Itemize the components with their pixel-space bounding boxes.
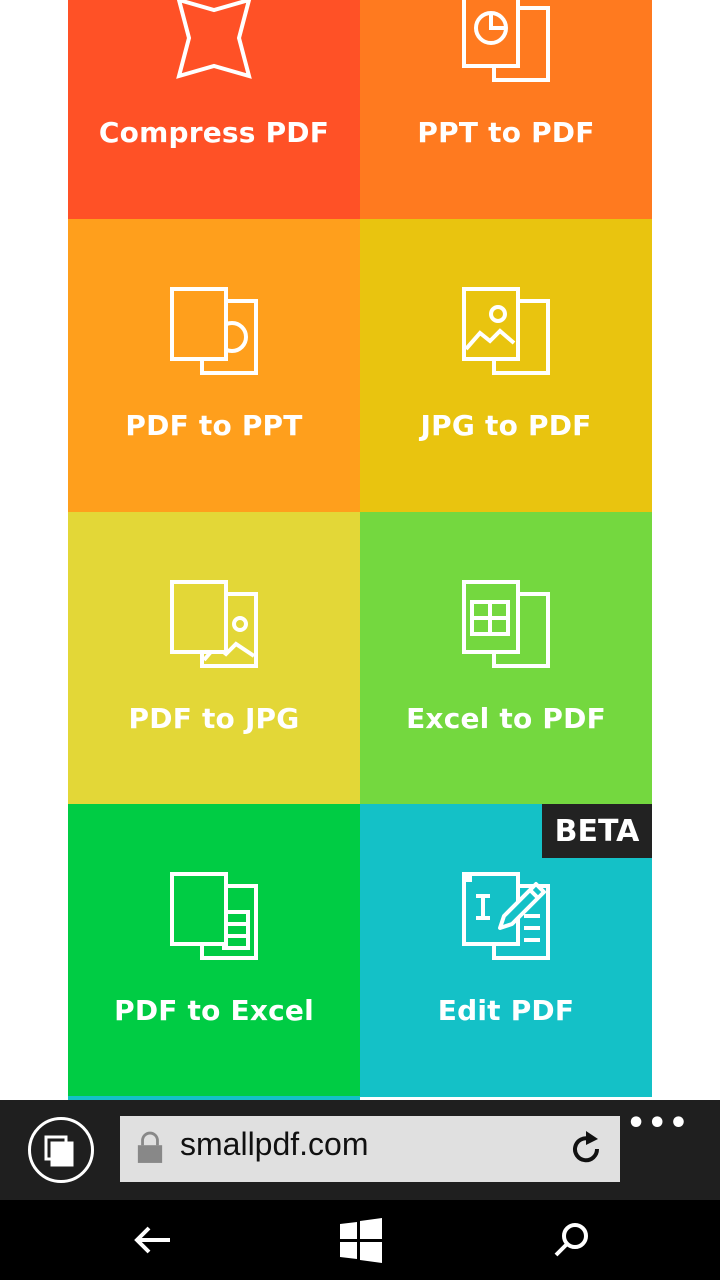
tile-pdf-to-excel[interactable]: PDF to Excel (68, 804, 360, 1097)
more-button[interactable]: ••• (626, 1106, 690, 1141)
tabs-button[interactable] (28, 1117, 94, 1183)
tile-label: PPT to PDF (417, 116, 595, 149)
tile-label: PDF to JPG (128, 702, 300, 735)
jpg-to-pdf-icon (462, 287, 550, 375)
ppt-to-pdf-icon (462, 0, 550, 82)
address-bar[interactable]: smallpdf.com (120, 1116, 620, 1182)
nav-bar (0, 1200, 720, 1280)
excel-to-pdf-icon (462, 580, 550, 668)
tile-label: Edit PDF (437, 994, 575, 1027)
pdf-to-jpg-icon (170, 580, 258, 668)
pdf-to-ppt-icon (170, 287, 258, 375)
tools-grid: Compress PDF PPT to PDF PDF to PPT JPG t… (68, 0, 653, 1100)
refresh-icon[interactable] (566, 1129, 606, 1169)
tile-label: PDF to PPT (125, 409, 303, 442)
tile-pdf-to-jpg[interactable]: PDF to JPG (68, 512, 360, 805)
compress-icon (176, 0, 252, 79)
tile-pdf-to-ppt[interactable]: PDF to PPT (68, 219, 360, 512)
tile-label: Compress PDF (98, 116, 330, 149)
tile-ppt-to-pdf[interactable]: PPT to PDF (360, 0, 652, 219)
search-icon[interactable] (548, 1217, 594, 1263)
back-icon[interactable] (130, 1217, 176, 1263)
tile-excel-to-pdf[interactable]: Excel to PDF (360, 512, 652, 805)
tile-label: PDF to Excel (114, 994, 314, 1027)
tile-compress-pdf[interactable]: Compress PDF (68, 0, 360, 219)
tabs-icon (44, 1135, 74, 1167)
pdf-to-excel-icon (170, 872, 258, 960)
windows-start-icon[interactable] (338, 1217, 384, 1263)
beta-badge: BETA (542, 804, 652, 858)
tile-label: JPG to PDF (420, 409, 592, 442)
url-text: smallpdf.com (180, 1126, 369, 1162)
lock-icon (137, 1131, 163, 1163)
tile-jpg-to-pdf[interactable]: JPG to PDF (360, 219, 652, 512)
browser-bar: smallpdf.com ••• (0, 1100, 720, 1200)
tile-edit-pdf[interactable]: Edit PDF BETA (360, 804, 652, 1097)
edit-pdf-icon (462, 872, 550, 960)
tile-label: Excel to PDF (406, 702, 606, 735)
